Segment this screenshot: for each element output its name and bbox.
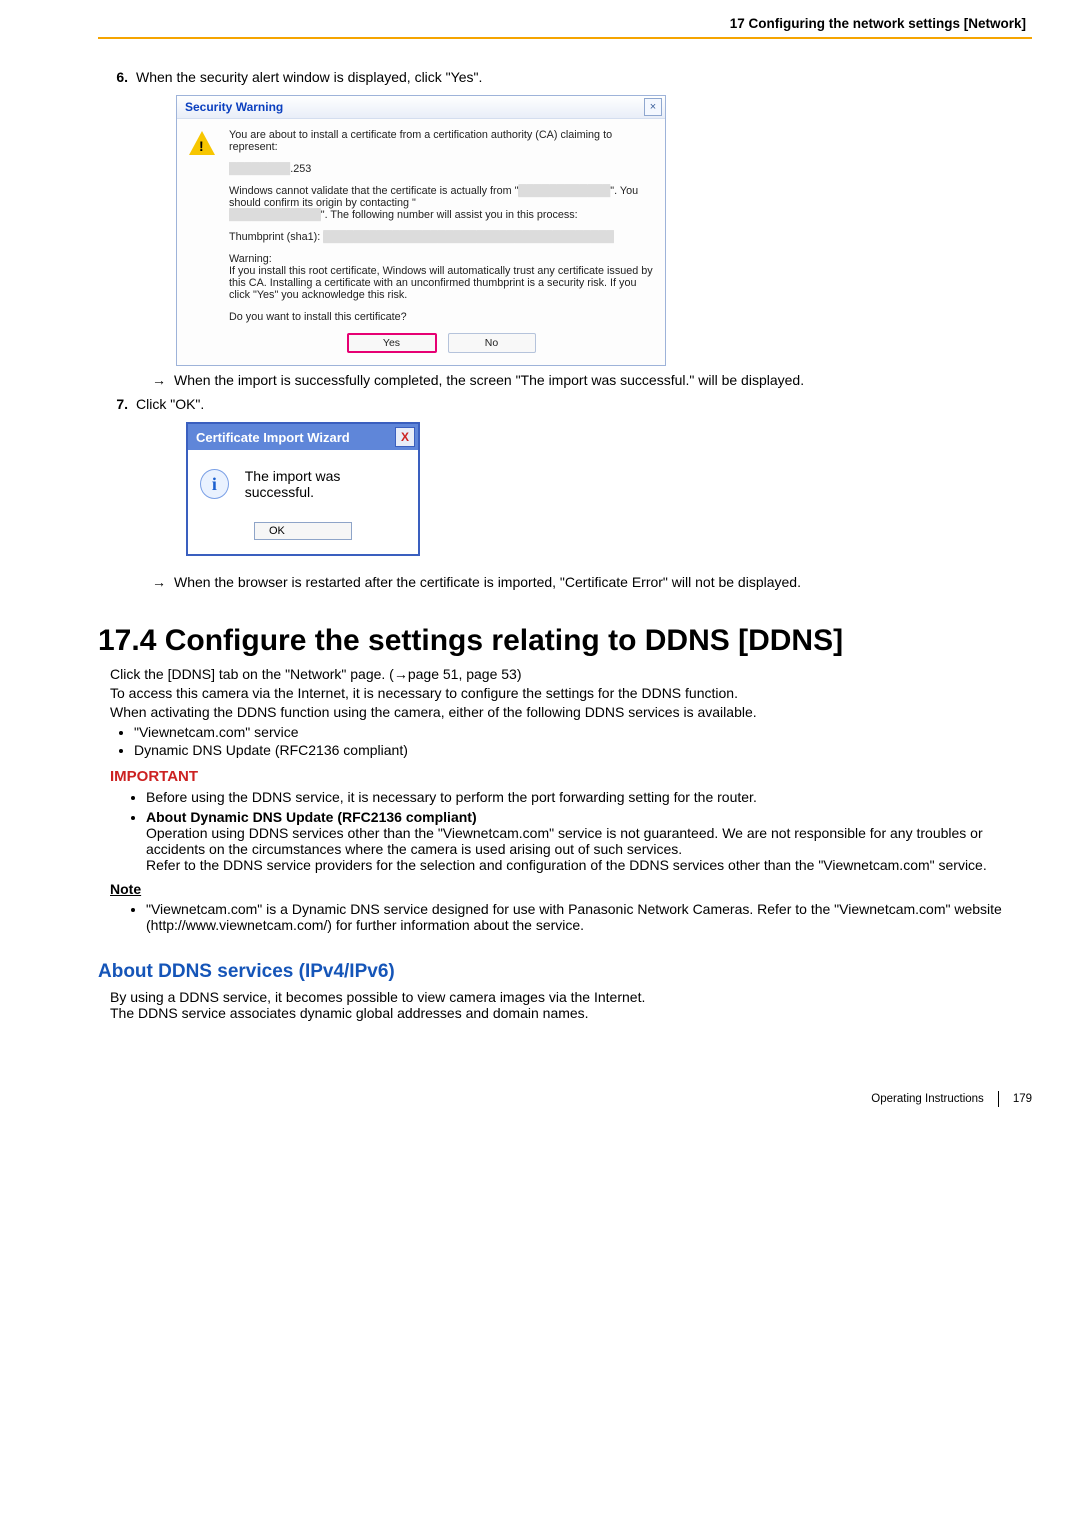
security-warning-dialog: Security Warning × You are about to inst…	[176, 95, 666, 366]
step-number-7: 7.	[98, 396, 128, 594]
result-text-1: When the import is successfully complete…	[174, 372, 804, 388]
sw-line2: ████████.253	[229, 163, 653, 175]
yes-button[interactable]: Yes	[347, 333, 437, 353]
sw-line4: Thumbprint (sha1): █████████████████████…	[229, 231, 653, 243]
section-heading-17-4: 17.4 Configure the settings relating to …	[98, 624, 1032, 658]
info-icon: i	[200, 469, 229, 499]
sw-line1: You are about to install a certificate f…	[229, 129, 653, 153]
no-button[interactable]: No	[448, 333, 536, 353]
step-number-6: 6.	[98, 69, 128, 392]
bullet-dyndns: Dynamic DNS Update (RFC2136 compliant)	[134, 742, 1032, 758]
ok-button[interactable]: OK	[254, 522, 352, 540]
footer-label: Operating Instructions	[871, 1093, 984, 1105]
page-number: 179	[1013, 1093, 1032, 1105]
important-item-2: About Dynamic DNS Update (RFC2136 compli…	[146, 809, 1032, 873]
about-p2: The DDNS service associates dynamic glob…	[110, 1005, 1032, 1021]
dialog-title: Security Warning	[185, 100, 644, 114]
sw-line7: Do you want to install this certificate?	[229, 311, 653, 323]
close-icon[interactable]: X	[395, 427, 415, 447]
section-p2: To access this camera via the Internet, …	[110, 685, 1032, 701]
step-7-text: Click "OK".	[136, 396, 1032, 412]
import-success-dialog: Certificate Import Wizard X i The import…	[186, 422, 420, 556]
important-heading: IMPORTANT	[110, 768, 1032, 785]
step-6-text: When the security alert window is displa…	[136, 69, 1032, 85]
sw-line3: Windows cannot validate that the certifi…	[229, 185, 653, 221]
about-p1: By using a DDNS service, it becomes poss…	[110, 989, 1032, 1005]
footer-separator	[998, 1091, 999, 1107]
arrow-icon: →	[136, 574, 166, 590]
header-rule	[98, 37, 1032, 39]
subsection-about-ddns: About DDNS services (IPv4/IPv6)	[98, 961, 1032, 983]
note-item-1: "Viewnetcam.com" is a Dynamic DNS servic…	[146, 901, 1032, 933]
close-icon[interactable]: ×	[644, 98, 662, 116]
section-p1: Click the [DDNS] tab on the "Network" pa…	[110, 666, 1032, 682]
result-text-2: When the browser is restarted after the …	[174, 574, 801, 590]
sw-line5: Warning: If you install this root certif…	[229, 253, 653, 301]
dialog2-message: The import was successful.	[245, 468, 406, 500]
note-heading: Note	[110, 881, 1032, 897]
section-p3: When activating the DDNS function using …	[110, 704, 1032, 720]
important-item-1: Before using the DDNS service, it is nec…	[146, 789, 1032, 805]
arrow-icon: →	[136, 372, 166, 388]
warning-icon	[189, 129, 219, 353]
header-breadcrumb: 17 Configuring the network settings [Net…	[98, 2, 1026, 31]
bullet-viewnetcam: "Viewnetcam.com" service	[134, 724, 1032, 740]
dialog2-title: Certificate Import Wizard	[196, 430, 350, 445]
